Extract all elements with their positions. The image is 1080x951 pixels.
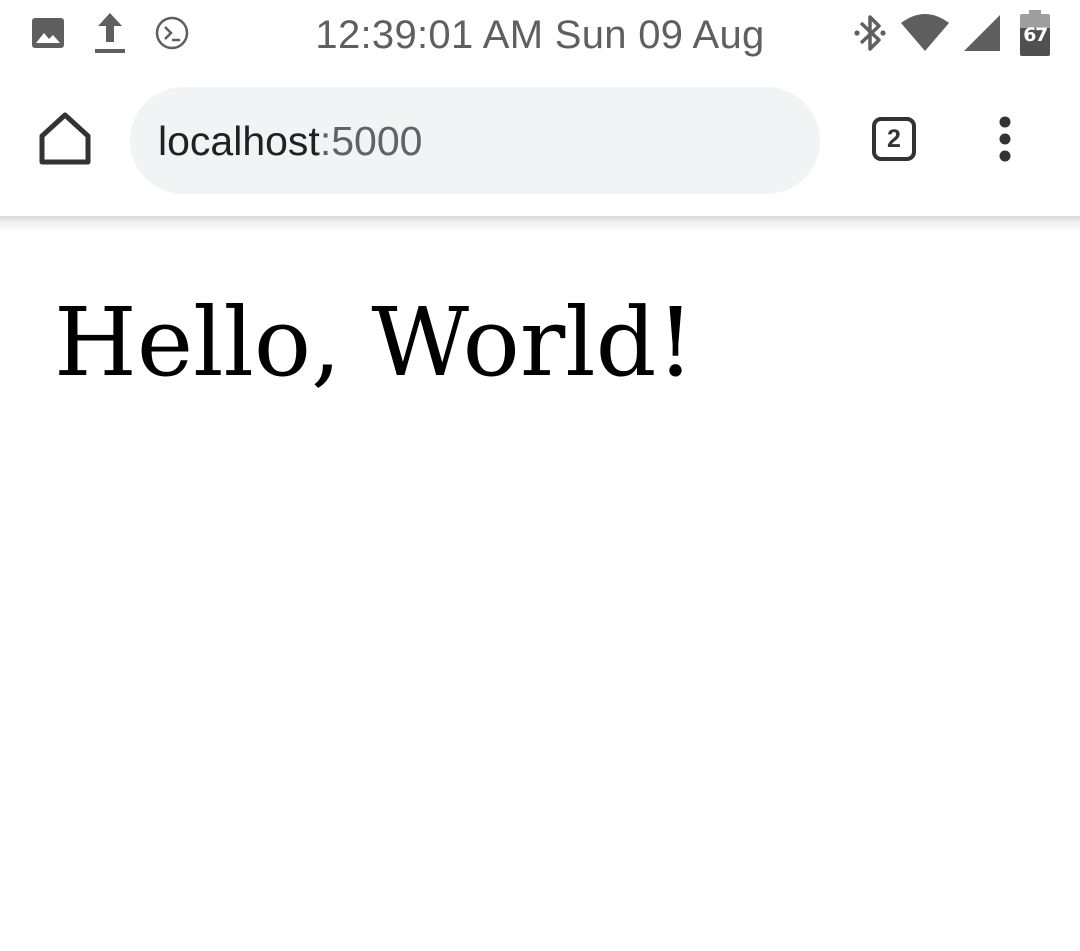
web-page-content: Hello, World! — [0, 232, 1080, 951]
url-port: :5000 — [319, 118, 423, 164]
battery-level: 67 — [1023, 24, 1048, 46]
wifi-icon — [901, 14, 949, 51]
url-host: localhost — [158, 118, 320, 164]
home-icon — [39, 112, 91, 165]
status-bar: 12:39:01 AM Sun 09 Aug 67 — [0, 0, 1080, 70]
url-text[interactable]: localhost:5000 — [158, 117, 422, 165]
address-bar[interactable]: localhost:5000 — [130, 87, 820, 194]
page-heading: Hello, World! — [54, 288, 695, 398]
system-icons: 67 — [840, 10, 1050, 56]
tab-count: 2 — [887, 125, 901, 153]
more-vert-icon — [999, 116, 1011, 162]
battery-icon: 67 — [1020, 10, 1050, 56]
more-options-button[interactable] — [990, 116, 1020, 162]
toolbar-shadow — [0, 216, 1080, 232]
bluetooth-icon — [854, 15, 886, 51]
cellular-signal-icon — [964, 15, 1000, 51]
tab-switcher-button[interactable]: 2 — [872, 117, 916, 161]
home-button[interactable] — [36, 110, 94, 168]
browser-toolbar: localhost:5000 2 — [0, 70, 1080, 216]
